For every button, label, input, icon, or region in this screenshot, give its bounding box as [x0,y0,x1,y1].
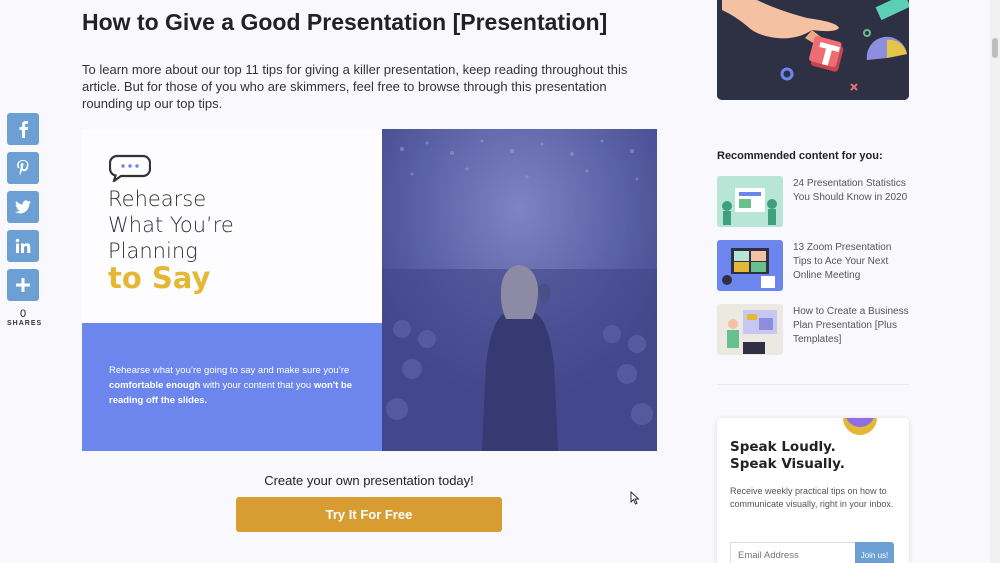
twitter-icon [15,199,31,213]
slide-subtext: Rehearse what you’re going to say and ma… [109,363,359,408]
speech-bubble-icon [109,154,151,182]
newsletter-card: Speak Loudly. Speak Visually. Receive we… [717,418,909,563]
recommended-item[interactable]: How to Create a Business Plan Presentati… [717,304,909,358]
slide-subtext-part1: Rehearse what you’re going to say and ma… [109,365,350,376]
newsletter-decoration [843,418,877,435]
promo-banner[interactable] [717,0,909,100]
slide-heading: Rehearse What You’re Planning [108,186,234,264]
plus-icon [16,278,30,292]
presentation-slide[interactable]: Rehearse What You’re Planning to Say Reh… [82,129,657,451]
article-intro: To learn more about our top 11 tips for … [82,62,628,111]
newsletter-title-line2: Speak Visually. [730,456,845,472]
recommended-thumbnail [717,240,783,291]
more-share-button[interactable] [7,269,39,301]
recommended-item[interactable]: 24 Presentation Statistics You Should Kn… [717,176,909,230]
slide-subtext-part2: with your content that you [200,380,314,391]
speaker-photo [382,129,657,451]
facebook-icon [19,121,28,138]
pinterest-icon [17,160,29,175]
article-title: How to Give a Good Presentation [Present… [82,9,608,35]
recommended-item-title: How to Create a Business Plan Presentati… [793,306,909,345]
linkedin-icon [15,238,31,253]
join-button[interactable]: Join us! [855,542,894,563]
recommended-thumbnail [717,176,783,227]
newsletter-description: Receive weekly practical tips on how to … [730,486,894,509]
linkedin-share-button[interactable] [7,230,39,262]
slide-subtext-bold1: comfortable enough [109,380,201,391]
recommended-item-title: 24 Presentation Statistics You Should Kn… [793,178,908,203]
share-count-label: SHARES [7,320,43,327]
slide-heading-highlight: to Say [108,261,211,295]
twitter-share-button[interactable] [7,191,39,223]
sidebar-divider [717,384,909,385]
share-count: 0 [19,308,27,320]
email-field[interactable] [730,542,868,563]
speaker-illustration [382,129,657,451]
try-it-free-button[interactable]: Try It For Free [236,497,502,532]
recommended-thumbnail [717,304,783,355]
newsletter-title-line1: Speak Loudly. [730,439,836,455]
recommended-item-title: 13 Zoom Presentation Tips to Ace Your Ne… [793,242,892,281]
recommended-heading: Recommended content for you: [717,150,883,162]
cta-prompt: Create your own presentation today! [264,473,474,488]
slide-heading-line1: Rehearse [108,187,207,211]
page-scrollbar[interactable] [990,0,1000,563]
pinterest-share-button[interactable] [7,152,39,184]
slide-heading-line2: What You’re [108,213,234,237]
mouse-cursor-icon [630,491,640,505]
promo-illustration [717,0,909,100]
facebook-share-button[interactable] [7,113,39,145]
scrollbar-thumb[interactable] [992,38,998,58]
recommended-item[interactable]: 13 Zoom Presentation Tips to Ace Your Ne… [717,240,909,294]
newsletter-title: Speak Loudly. Speak Visually. [730,439,845,473]
social-share-bar: 0 SHARES [7,113,43,327]
